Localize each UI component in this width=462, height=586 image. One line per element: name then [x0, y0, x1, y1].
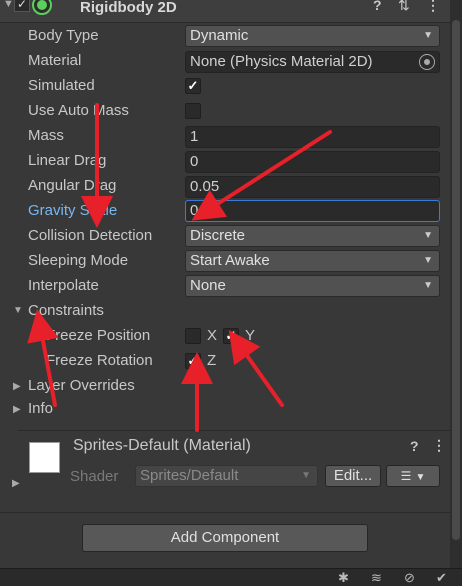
use-auto-mass-checkbox[interactable]: [185, 103, 201, 119]
constraints-foldout-icon[interactable]: ▼: [13, 305, 23, 316]
simulated-label: Simulated: [28, 77, 95, 94]
hidden-icon[interactable]: ⊘: [404, 570, 415, 586]
layer-overrides-foldout-icon[interactable]: ▶: [13, 381, 21, 392]
freeze-rotation-label: Freeze Rotation: [46, 352, 153, 369]
component-header[interactable]: [0, 0, 450, 23]
linear-drag-field[interactable]: 0: [185, 151, 440, 173]
freeze-position-x-checkbox[interactable]: [185, 328, 201, 344]
material-title: Sprites-Default (Material): [73, 437, 251, 454]
shader-dropdown[interactable]: Sprites/Default ▼: [135, 465, 318, 487]
interpolate-label: Interpolate: [28, 277, 99, 294]
list-icon: ☰: [400, 469, 412, 483]
check-circle-icon[interactable]: ✔: [436, 570, 447, 586]
interpolate-value: None: [190, 277, 226, 294]
freeze-position-label: Freeze Position: [46, 327, 151, 344]
material-label: Material: [28, 52, 82, 69]
body-type-label: Body Type: [28, 27, 99, 44]
dropdown-arrow-icon: ▼: [301, 470, 311, 481]
annotation-arrow: [228, 329, 284, 407]
info-foldout-icon[interactable]: ▶: [13, 404, 21, 415]
body-type-value: Dynamic: [190, 27, 249, 44]
status-bar: [0, 568, 462, 586]
dropdown-arrow-icon: ▼: [415, 472, 426, 483]
dropdown-arrow-icon: ▼: [423, 30, 433, 41]
material-value: None (Physics Material 2D): [190, 53, 373, 70]
add-component-button[interactable]: Add Component: [82, 524, 368, 552]
component-enabled-checkbox[interactable]: ✓: [14, 0, 30, 12]
collision-detection-value: Discrete: [190, 227, 246, 244]
foldout-arrow-icon[interactable]: ▼: [3, 0, 14, 10]
interpolate-dropdown[interactable]: None ▼: [185, 275, 440, 297]
freeze-position-y-checkbox[interactable]: ✓: [223, 328, 239, 344]
material-foldout-icon[interactable]: ▶: [12, 478, 20, 489]
gravity-scale-field[interactable]: 0: [185, 200, 440, 222]
context-menu-icon[interactable]: ⋮: [432, 437, 446, 454]
freeze-rotation-z-label: Z: [207, 352, 217, 369]
use-auto-mass-label: Use Auto Mass: [28, 102, 129, 119]
help-icon[interactable]: ?: [373, 0, 382, 13]
shader-options-button[interactable]: ☰ ▼: [386, 465, 440, 487]
info-label[interactable]: Info: [28, 400, 53, 417]
material-preview-swatch: [29, 442, 60, 473]
sleeping-mode-dropdown[interactable]: Start Awake ▼: [185, 250, 440, 272]
dropdown-arrow-icon: ▼: [423, 280, 433, 291]
section-divider: [18, 430, 450, 431]
edit-shader-button[interactable]: Edit...: [325, 465, 381, 487]
mass-label: Mass: [28, 127, 64, 144]
shader-value: Sprites/Default: [140, 467, 239, 484]
linear-drag-label: Linear Drag: [28, 152, 107, 169]
gravity-scale-label: Gravity Scale: [28, 202, 118, 219]
bug-icon[interactable]: ✱: [338, 570, 349, 586]
angular-drag-label: Angular Drag: [28, 177, 117, 194]
shader-label: Shader: [70, 468, 119, 485]
angular-drag-field[interactable]: 0.05: [185, 176, 440, 198]
component-title: Rigidbody 2D: [80, 0, 177, 16]
freeze-position-x-label: X: [207, 327, 218, 344]
dropdown-arrow-icon: ▼: [423, 230, 433, 241]
simulated-checkbox[interactable]: ✓: [185, 78, 201, 94]
material-object-field[interactable]: None (Physics Material 2D): [185, 51, 440, 73]
help-icon[interactable]: ?: [410, 438, 419, 454]
dropdown-arrow-icon: ▼: [423, 255, 433, 266]
layers-icon[interactable]: ≋: [371, 570, 382, 586]
object-picker-icon[interactable]: [419, 54, 435, 70]
collision-detection-dropdown[interactable]: Discrete ▼: [185, 225, 440, 247]
collision-detection-label: Collision Detection: [28, 227, 153, 244]
context-menu-icon[interactable]: ⋮: [426, 0, 440, 14]
mass-field[interactable]: 1: [185, 126, 440, 148]
preset-icon[interactable]: ⇅: [398, 0, 410, 14]
constraints-label[interactable]: Constraints: [28, 302, 104, 319]
freeze-rotation-z-checkbox[interactable]: ✓: [185, 353, 201, 369]
scrollbar-thumb[interactable]: [452, 20, 460, 540]
sleeping-mode-label: Sleeping Mode: [28, 252, 129, 269]
freeze-position-y-label: Y: [245, 327, 256, 344]
body-type-dropdown[interactable]: Dynamic ▼: [185, 25, 440, 47]
layer-overrides-label[interactable]: Layer Overrides: [28, 377, 135, 394]
sleeping-mode-value: Start Awake: [190, 252, 270, 269]
section-divider: [0, 512, 450, 513]
